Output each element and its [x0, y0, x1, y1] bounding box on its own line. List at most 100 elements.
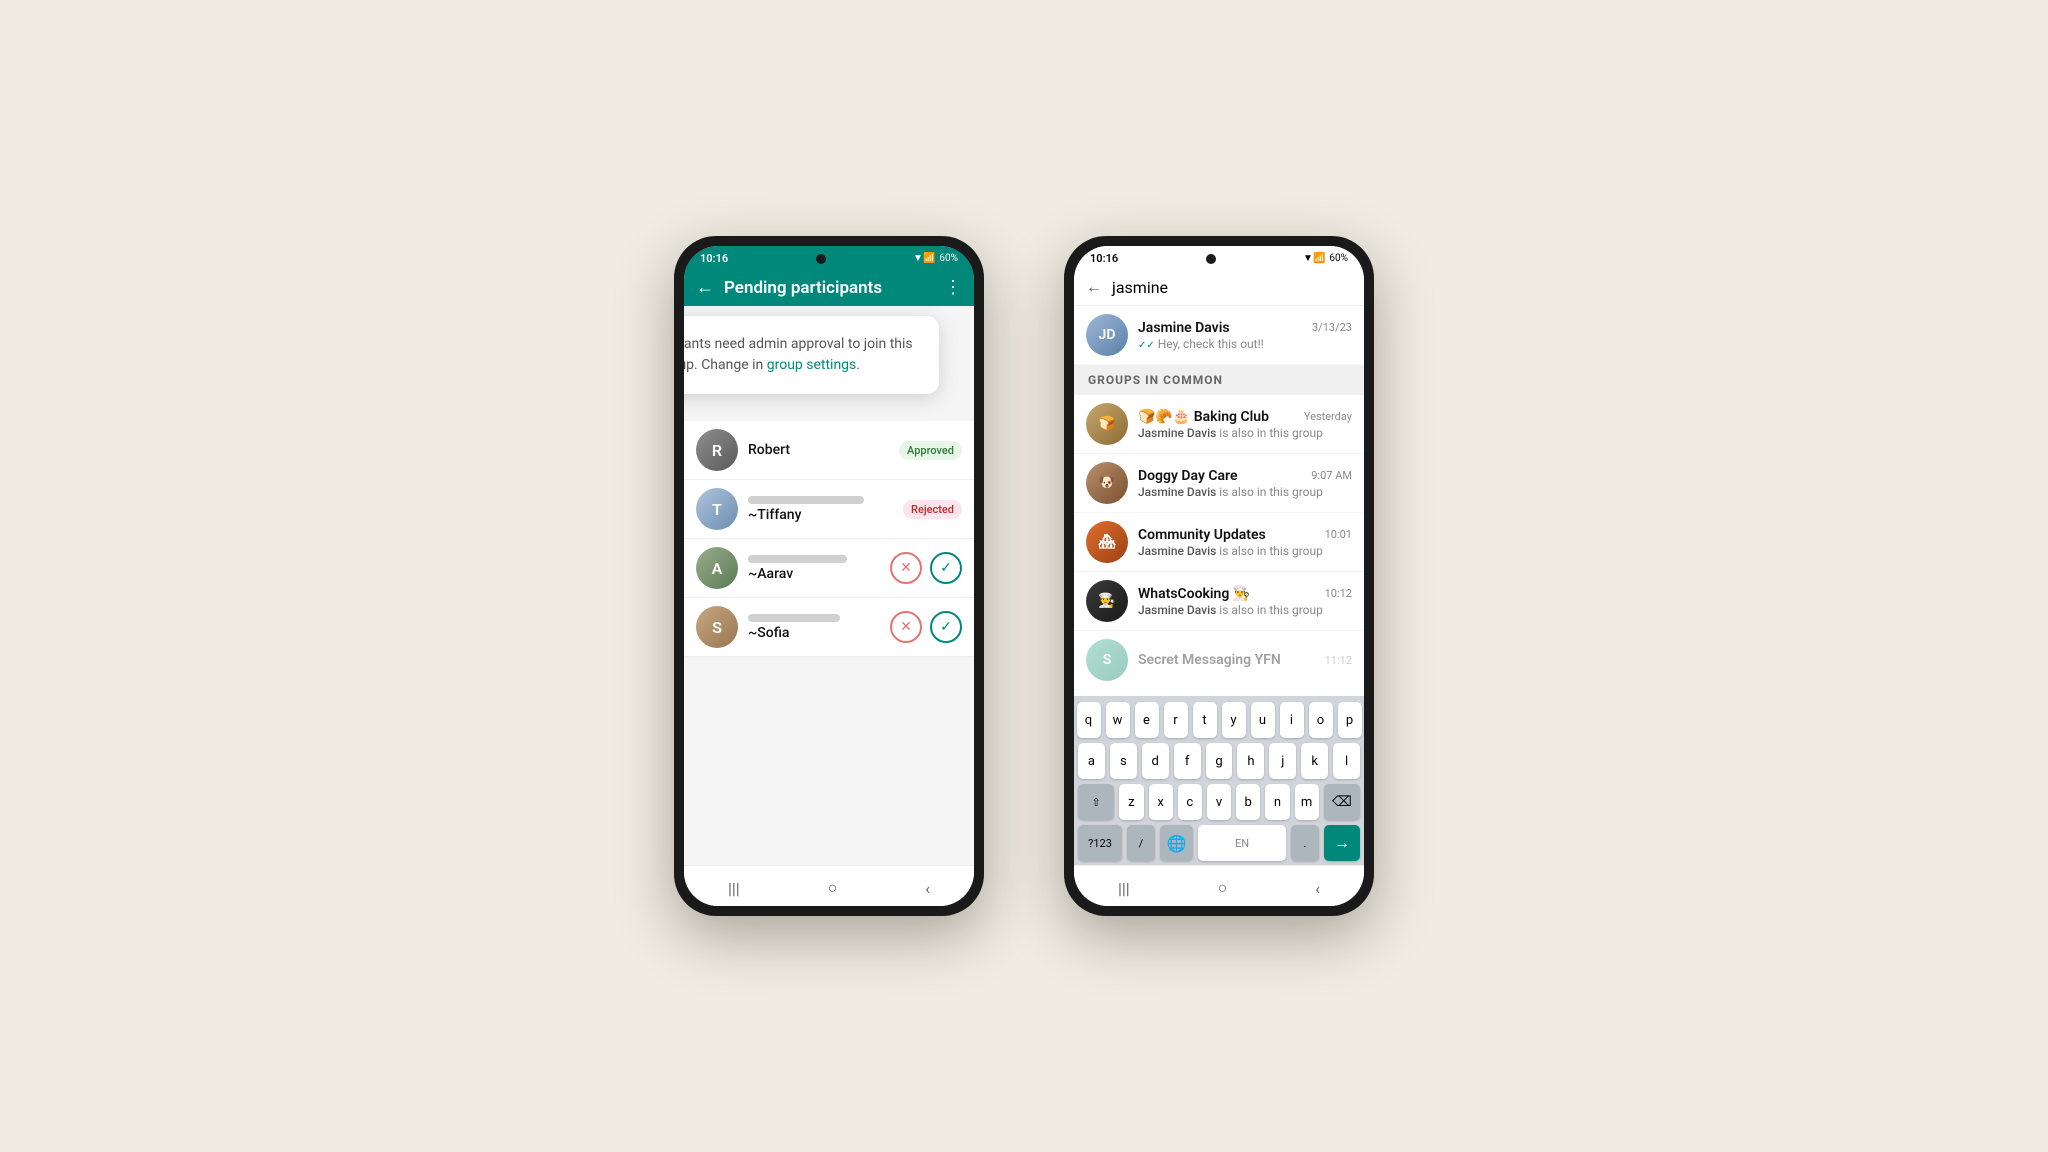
keyboard-bottom-row: ?123 / 🌐 EN . → [1078, 825, 1360, 861]
group-settings-link[interactable]: group settings [767, 357, 857, 373]
status-bar-2: 10:16 ▼📶 60% [1074, 246, 1364, 269]
table-row: T ~Tiffany Rejected [684, 480, 974, 539]
key-b[interactable]: b [1236, 784, 1260, 820]
participant-name: ~Sofia [748, 625, 880, 641]
chat-name: Community Updates [1138, 527, 1266, 543]
tooltip-text-after: . [856, 357, 860, 373]
chat-info: WhatsCooking 👨‍🍳 10:12 Jasmine Davis is … [1138, 586, 1352, 617]
key-x[interactable]: x [1149, 784, 1173, 820]
participant-name-wrapper: ~Tiffany [748, 496, 893, 523]
chat-preview: Jasmine Davis is also in this group [1138, 485, 1352, 499]
chat-top: Community Updates 10:01 [1138, 527, 1352, 543]
key-w[interactable]: w [1106, 702, 1130, 738]
blurred-name [748, 614, 840, 622]
key-o[interactable]: o [1309, 702, 1333, 738]
home-icon[interactable]: ○ [1218, 878, 1228, 898]
header-title-1: Pending participants [724, 278, 934, 298]
chat-name: Secret Messaging YFN [1138, 652, 1281, 668]
key-m[interactable]: m [1295, 784, 1319, 820]
key-z[interactable]: z [1119, 784, 1143, 820]
chat-name: WhatsCooking 👨‍🍳 [1138, 586, 1250, 602]
chat-top: Doggy Day Care 9:07 AM [1138, 468, 1352, 484]
chat-top: WhatsCooking 👨‍🍳 10:12 [1138, 586, 1352, 602]
preview-text: is also in this group [1216, 544, 1323, 558]
preview-text: is also in this group [1216, 603, 1323, 617]
accept-button[interactable]: ✓ [930, 611, 962, 643]
key-y[interactable]: y [1222, 702, 1246, 738]
participant-name-wrapper: Robert [748, 442, 889, 458]
list-item: S Secret Messaging YFN 11:12 [1074, 631, 1364, 690]
admin-tooltip: New participants need admin approval to … [684, 316, 939, 394]
key-t[interactable]: t [1193, 702, 1217, 738]
status-badge: Approved [899, 441, 962, 460]
key-j[interactable]: j [1269, 743, 1296, 779]
key-f[interactable]: f [1174, 743, 1201, 779]
chat-preview: Jasmine Davis is also in this group [1138, 426, 1352, 440]
recent-apps-icon[interactable]: ||| [1118, 879, 1130, 898]
globe-key[interactable]: 🌐 [1160, 825, 1193, 861]
home-icon[interactable]: ○ [828, 878, 838, 898]
status-icons-2: ▼📶 60% [1303, 253, 1348, 264]
avatar: T [696, 488, 738, 530]
preview-bold: Jasmine Davis [1138, 544, 1216, 558]
shift-key[interactable]: ⇧ [1078, 784, 1114, 820]
battery-icon: 60% [1329, 253, 1348, 264]
send-key[interactable]: → [1324, 825, 1360, 861]
key-e[interactable]: e [1135, 702, 1159, 738]
search-input[interactable]: jasmine [1112, 278, 1352, 297]
status-icons-1: ▼📶 60% [913, 253, 958, 264]
key-u[interactable]: u [1251, 702, 1275, 738]
status-bar-1: 10:16 ▼📶 60% [684, 246, 974, 269]
list-item[interactable]: JD Jasmine Davis 3/13/23 ✓✓ Hey, check t… [1074, 306, 1364, 365]
key-p[interactable]: p [1338, 702, 1362, 738]
numbers-key[interactable]: ?123 [1078, 825, 1122, 861]
status-time-1: 10:16 [700, 252, 728, 265]
chat-time: Yesterday [1304, 410, 1352, 423]
back-nav-icon[interactable]: ‹ [1315, 879, 1320, 898]
more-button-1[interactable]: ⋮ [944, 277, 962, 298]
list-item[interactable]: 🐶 Doggy Day Care 9:07 AM Jasmine Davis i… [1074, 454, 1364, 513]
key-r[interactable]: r [1164, 702, 1188, 738]
camera-notch-2 [1206, 254, 1216, 264]
backspace-key[interactable]: ⌫ [1324, 784, 1360, 820]
pending-header: ← Pending participants ⋮ [684, 269, 974, 306]
chat-preview: ✓✓ Hey, check this out!! [1138, 337, 1352, 351]
back-button-1[interactable]: ← [696, 277, 714, 298]
accept-button[interactable]: ✓ [930, 552, 962, 584]
key-h[interactable]: h [1237, 743, 1264, 779]
back-nav-icon[interactable]: ‹ [925, 879, 930, 898]
participant-name: ~Aarav [748, 566, 880, 582]
key-g[interactable]: g [1206, 743, 1233, 779]
chat-top: Jasmine Davis 3/13/23 [1138, 320, 1352, 336]
period-key[interactable]: . [1291, 825, 1319, 861]
key-k[interactable]: k [1301, 743, 1328, 779]
key-c[interactable]: c [1178, 784, 1202, 820]
preview-text: Hey, check this out!! [1158, 337, 1264, 351]
key-d[interactable]: d [1142, 743, 1169, 779]
list-item[interactable]: 🏘 Community Updates 10:01 Jasmine Davis … [1074, 513, 1364, 572]
table-row: A ~Aarav ✕ ✓ [684, 539, 974, 598]
key-s[interactable]: s [1110, 743, 1137, 779]
participant-list: R Robert Approved T ~Tiffany Rejected [684, 421, 974, 657]
preview-bold: Jasmine Davis [1138, 485, 1216, 499]
space-key[interactable]: EN [1198, 825, 1286, 861]
chat-info: Secret Messaging YFN 11:12 [1138, 652, 1352, 668]
bottom-nav-2: ||| ○ ‹ [1074, 865, 1364, 906]
slash-key[interactable]: / [1127, 825, 1155, 861]
list-item[interactable]: 👨‍🍳 WhatsCooking 👨‍🍳 10:12 Jasmine Davis… [1074, 572, 1364, 631]
recent-apps-icon[interactable]: ||| [728, 879, 740, 898]
back-button-2[interactable]: ← [1086, 277, 1102, 297]
chat-name: Jasmine Davis [1138, 320, 1230, 336]
reject-button[interactable]: ✕ [890, 611, 922, 643]
search-bar: ← jasmine [1074, 269, 1364, 306]
preview-bold: Jasmine Davis [1138, 426, 1216, 440]
key-a[interactable]: a [1078, 743, 1105, 779]
key-n[interactable]: n [1265, 784, 1289, 820]
key-l[interactable]: l [1333, 743, 1360, 779]
list-item[interactable]: 🍞 🍞🥐🎂 Baking Club Yesterday Jasmine Davi… [1074, 395, 1364, 454]
key-q[interactable]: q [1077, 702, 1101, 738]
chat-top: 🍞🥐🎂 Baking Club Yesterday [1138, 409, 1352, 425]
reject-button[interactable]: ✕ [890, 552, 922, 584]
key-v[interactable]: v [1207, 784, 1231, 820]
key-i[interactable]: i [1280, 702, 1304, 738]
